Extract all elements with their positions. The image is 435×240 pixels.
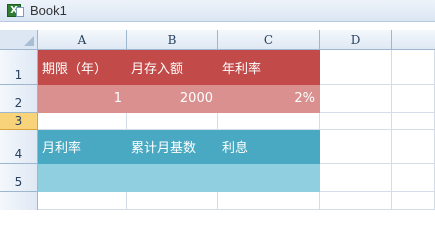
cell-b3[interactable]: [127, 113, 218, 130]
cell-c5[interactable]: [218, 164, 320, 192]
cell-a1[interactable]: 期限（年）: [38, 50, 127, 85]
row-header-5[interactable]: 5: [0, 164, 38, 192]
row-header-4[interactable]: 4: [0, 130, 38, 164]
cell-c6[interactable]: [218, 192, 320, 210]
cell-b5[interactable]: [127, 164, 218, 192]
cell-c4[interactable]: 利息: [218, 130, 320, 164]
cell-d5[interactable]: [320, 164, 392, 192]
column-header-d[interactable]: D: [320, 30, 392, 50]
window-title: Book1: [30, 3, 67, 18]
cell-d1[interactable]: [320, 50, 392, 85]
row-header-1[interactable]: 1: [0, 50, 38, 85]
spreadsheet-grid: A B C D 1 2 3 4 5 期限（年） 月存入额 年利率 1 2000 …: [0, 30, 435, 210]
cell-b4[interactable]: 累计月基数: [127, 130, 218, 164]
cell-d6[interactable]: [320, 192, 392, 210]
cell-c1[interactable]: 年利率: [218, 50, 320, 85]
cell-b1[interactable]: 月存入额: [127, 50, 218, 85]
cell-a5[interactable]: [38, 164, 127, 192]
cell-d3[interactable]: [320, 113, 392, 130]
cell-e6[interactable]: [392, 192, 435, 210]
cell-b6[interactable]: [127, 192, 218, 210]
cell-b2[interactable]: 2000: [127, 85, 218, 113]
row-header-next[interactable]: [0, 192, 38, 210]
cell-c2[interactable]: 2%: [218, 85, 320, 113]
title-bar: X Book1: [0, 0, 435, 22]
cell-c3[interactable]: [218, 113, 320, 130]
column-header-next[interactable]: [392, 30, 435, 50]
cell-e5[interactable]: [392, 164, 435, 192]
cell-a6[interactable]: [38, 192, 127, 210]
cell-a4[interactable]: 月利率: [38, 130, 127, 164]
row-header-3[interactable]: 3: [0, 113, 38, 130]
cell-e1[interactable]: [392, 50, 435, 85]
cell-a2[interactable]: 1: [38, 85, 127, 113]
column-header-a[interactable]: A: [38, 30, 127, 50]
column-header-b[interactable]: B: [127, 30, 218, 50]
cell-d4[interactable]: [320, 130, 392, 164]
cell-d2[interactable]: [320, 85, 392, 113]
cell-e3[interactable]: [392, 113, 435, 130]
cell-e4[interactable]: [392, 130, 435, 164]
row-header-2[interactable]: 2: [0, 85, 38, 113]
column-header-c[interactable]: C: [218, 30, 320, 50]
select-all-corner[interactable]: [0, 30, 38, 50]
cell-e2[interactable]: [392, 85, 435, 113]
cell-a3[interactable]: [38, 113, 127, 130]
excel-workbook-icon: X: [7, 4, 24, 17]
